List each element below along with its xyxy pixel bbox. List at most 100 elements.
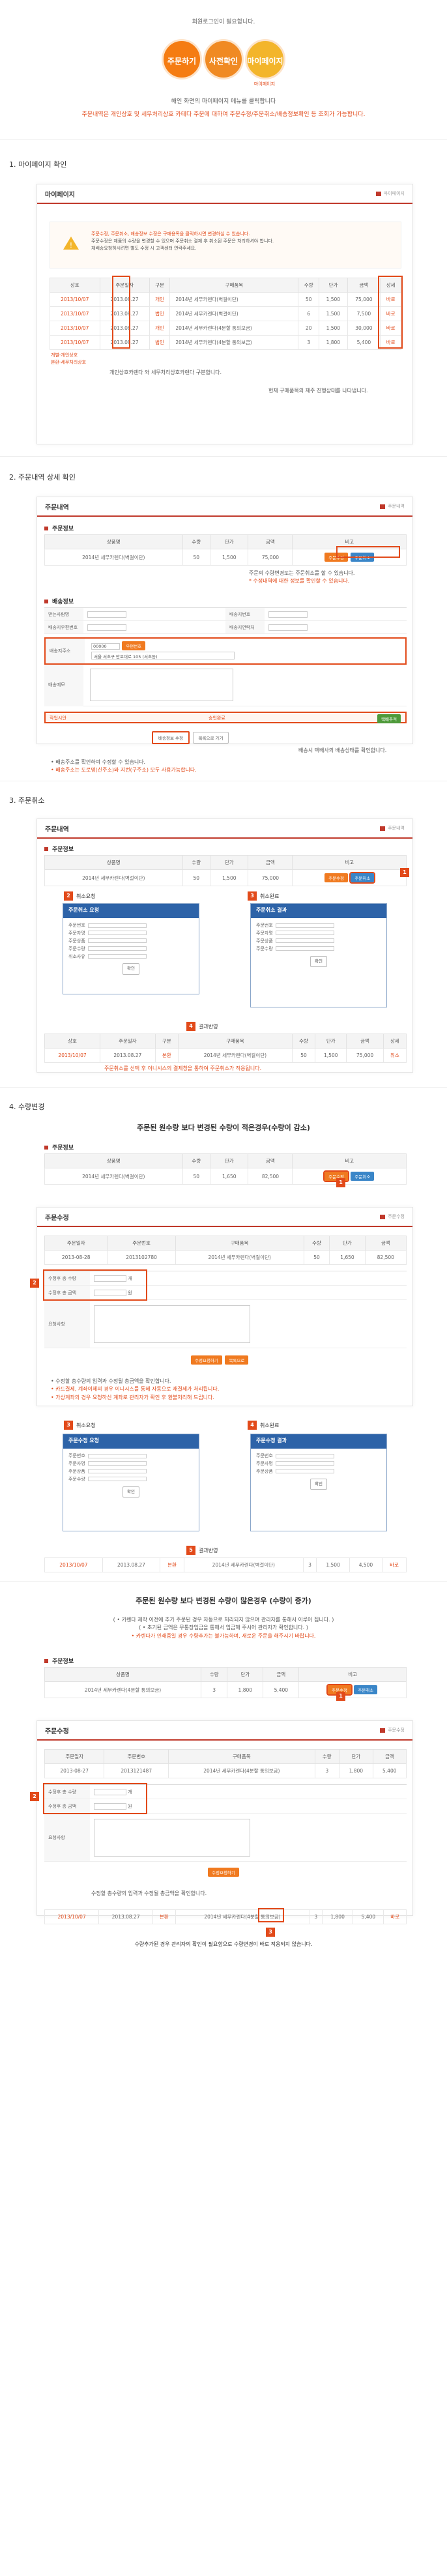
highlight-detail [378,276,403,349]
cancel-order-button[interactable]: 주문취소 [351,1172,375,1181]
popup-btn-row: 확인 [256,1478,381,1490]
submit-modify-button[interactable]: 수정요청하기 [191,1355,222,1365]
field-value[interactable] [87,938,147,944]
table-cell: 2013-08-28 [44,1250,108,1265]
detail-note-1: 주문의 수량변경또는 주문취소를 할 수 있습니다. [249,570,355,576]
modify-result-b-wrap: 2013/10/07 2013.08.27 본환 2014년 세무카렌다(4분할 통의… [44,1909,407,1924]
popup-field: 주문상품 [68,938,194,946]
table-cell: 2013/10/07 [50,321,100,336]
table-cell: 취소 [382,1048,407,1063]
cancel-order-button[interactable]: 주문취소 [354,1685,378,1694]
table-cell: 5,400 [372,1763,407,1778]
field-label: 주문상품 [68,1468,85,1474]
cell-product: 2014년 세무카렌다(벽걸이단) [44,549,183,566]
legend: 개별-개인상호 본환-세무처리상호 [51,352,86,366]
table-cell: 20 [298,321,320,336]
field-value[interactable] [87,1453,147,1458]
field-value[interactable] [87,923,147,928]
qty-table-a-wrap: 상품명 수량 단가 금액 비고 2014년 세무카렌다(벽걸이단) 50 1,650 8… [44,1153,407,1185]
table-cell: 2013/10/07 [44,1048,101,1063]
panel-title: 주문수정 [45,1214,69,1222]
phone-field[interactable] [265,611,407,618]
order-circle: 주문하기 [162,39,202,80]
popup-field: 주문수량 [68,1476,194,1484]
address-input[interactable]: 서울 서초구 반포대로 105 (서초동) [91,652,235,659]
zip-field[interactable] [83,624,225,631]
cancel-result-table: 상호 주문일자 구분 구매품목 수량 단가 금액 상세 2013/10/07 2013.08.2… [44,1034,407,1063]
zip-placeholder[interactable] [87,624,126,631]
track-delivery-button[interactable]: 택배추적 [377,714,401,723]
field-value[interactable] [87,954,147,959]
cancel-note: 주문취소를 선택 후 이니시스의 결제창을 통하여 주문취소가 적용됩니다. [104,1065,262,1071]
popup-confirm-button[interactable]: 확인 [310,955,327,967]
highlight-qty-fields [43,1269,147,1301]
section-title-3: 3. 주문취소 [9,796,45,805]
cell-amount: 5,400 [263,1681,300,1698]
panel-header: 주문수정 주문수정 [37,1721,412,1741]
popup-title: 주문취소 요청 [63,904,199,918]
column-header: 수량 [314,1749,340,1764]
step-marker-1: 1 [336,1692,345,1701]
field-label: 취소사유 [68,953,85,959]
memo-textarea[interactable] [90,669,233,701]
edit-delivery-button[interactable]: 배송정보 수정 [152,731,190,744]
breadcrumb-label: 주문내역 [388,826,405,831]
mypage-table-wrap: 상호 주문일자 구분 구매품목 수량 단가 금액 상세 2013/10/07 2013.08.2… [50,278,401,350]
field-value[interactable] [87,1469,147,1474]
back-to-list-button[interactable]: 목록으로 가기 [192,732,229,744]
form-row: 배송지우편번호 배송지연락처 [44,621,407,634]
table-cell: 법인 [149,306,171,321]
zip-search-button[interactable]: 우편번호 [122,641,146,650]
popup-confirm-button[interactable]: 확인 [310,1478,327,1490]
table-cell: 본환 [152,1909,176,1924]
marker-4: 4 [186,1022,195,1031]
highlight-buttons [336,546,400,558]
qty-table-a: 상품명 수량 단가 금액 비고 2014년 세무카렌다(벽걸이단) 50 1,650 8… [44,1153,407,1185]
cancel-done-popup: 주문취소 결과 주문번호 주문자명 주문상품 주문수량 확인 [250,903,387,1007]
breadcrumb: 마이페이지 [375,190,405,197]
submit-modify-button[interactable]: 수정요청하기 [208,1868,239,1877]
home-icon [380,504,386,509]
field-value[interactable] [87,946,147,951]
column-header: 상세 [382,1034,407,1049]
breadcrumb: 주문수정 [380,1213,405,1220]
caption-cancel-done: 3 취소완료 [248,891,279,901]
zip-input[interactable]: 00000 [91,643,120,650]
request-textarea[interactable] [94,1305,250,1343]
field-label: 주문수량 [68,946,85,951]
request-field [90,1305,407,1343]
panel-header: 주문내역 주문내역 [37,819,412,839]
receiver-field[interactable] [83,611,225,618]
phone-input[interactable] [268,611,308,618]
bullet-3: • 가상계좌의 경우 요청하신 계좌로 관리자가 확인 후 환불처리해 드립니다… [51,1394,214,1400]
popup-confirm-button[interactable]: 확인 [123,963,139,975]
cancel-order-button[interactable]: 주문취소 [349,872,376,884]
modify-actions-b: 수정요청하기 [207,1868,240,1877]
modify-result-table-b: 2013/10/07 2013.08.27 본환 2014년 세무카렌다(4분할 통의… [44,1909,407,1924]
receiver-input[interactable] [87,611,126,618]
table-cell: 3 [298,335,320,350]
popup-confirm-button[interactable]: 확인 [123,1486,139,1498]
mypage-caption: 마이페이지 [253,81,276,87]
request-field [90,1818,407,1857]
back-button[interactable]: 목록으로 [225,1355,249,1365]
final-note: 수량추가된 경우 관리자의 확인이 필요함으로 수량변경이 바로 적용되지 않습… [134,1941,313,1947]
column-header: 수량 [298,278,320,293]
column-header: 수량 [201,1667,228,1682]
field-label: 주문수량 [256,946,273,951]
field-value[interactable] [87,1477,147,1482]
field-value[interactable] [87,931,147,936]
request-textarea[interactable] [94,1818,250,1857]
caption-label: 취소완료 [260,893,280,899]
table-cell: 50 [298,292,320,307]
table-cell: 2014년 세무카렌다(벽걸이단) [169,306,299,321]
column-header: 수량 [303,1236,330,1251]
cell-product: 2014년 세무카렌다(벽걸이단) [44,1168,183,1185]
modify-order-button[interactable]: 주문수정 [324,873,349,882]
table-cell: 법인 [149,335,171,350]
cell-product: 2014년 세무카렌다(벽걸이단) [44,869,183,886]
contact-input[interactable] [268,624,308,631]
address-box: 배송지주소 00000 우편번호 서울 서초구 반포대로 105 (서초동) [44,637,407,665]
field-value[interactable] [87,1461,147,1466]
contact-field[interactable] [265,624,407,631]
